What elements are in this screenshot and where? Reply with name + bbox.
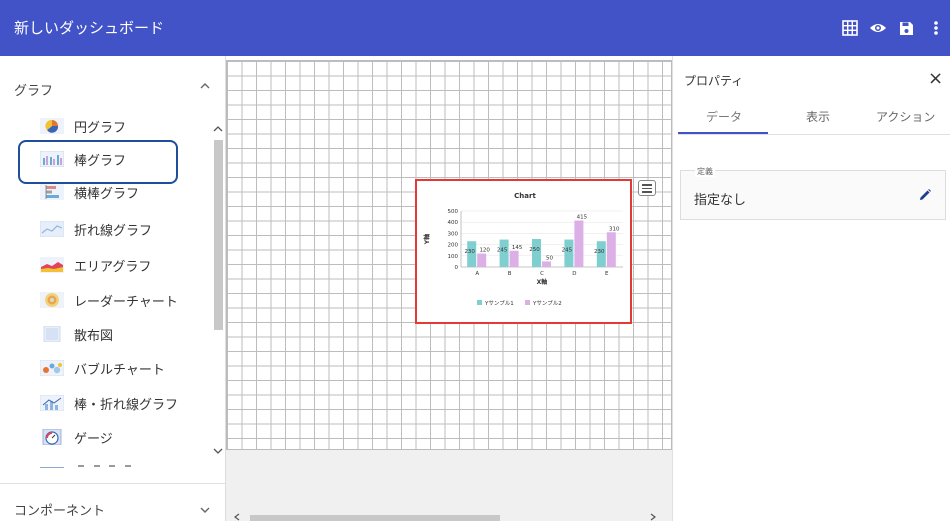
tab-action[interactable]: アクション — [876, 108, 935, 125]
chart-bar — [477, 253, 487, 267]
selection-highlight — [18, 140, 178, 184]
tab-display[interactable]: 表示 — [806, 108, 830, 125]
component-section-header[interactable]: コンポーネント — [0, 487, 226, 521]
bar-data-label: 245 — [497, 248, 508, 254]
canvas-scroll-area — [226, 450, 672, 521]
scroll-left-icon[interactable] — [234, 513, 240, 521]
chevron-down-icon[interactable] — [200, 503, 210, 517]
canvas-hscroll-thumb[interactable] — [250, 515, 500, 521]
chart-widget[interactable]: Chart 0 100 200 300 400 500 Y軸 A 230 120 B 245 145 C 25… — [415, 179, 632, 324]
legend-label: Yサンプル2 — [532, 300, 562, 307]
x-tick-label: D — [572, 271, 576, 277]
eye-icon[interactable] — [868, 18, 888, 38]
horizontal-bar-chart-icon — [40, 184, 64, 200]
more-vert-icon[interactable] — [926, 18, 946, 38]
dashboard-title[interactable]: 新しいダッシュボード — [14, 17, 164, 38]
bar-chart: Chart 0 100 200 300 400 500 Y軸 A 230 120 B 245 145 C 25… — [423, 192, 623, 307]
sidebar-item-label: 棒・折れ線グラフ — [74, 397, 179, 413]
pie-chart-icon — [40, 118, 64, 134]
line-chart-icon — [39, 220, 65, 238]
y-tick-label: 300 — [448, 231, 459, 237]
definition-label: 定義 — [695, 166, 715, 177]
chart-title: Chart — [514, 192, 536, 200]
sidebar-item-label: 円グラフ — [74, 120, 127, 136]
chevron-up-icon[interactable] — [200, 79, 210, 93]
sidebar-item-label: レーダーチャート — [74, 294, 178, 310]
edit-pencil-icon[interactable] — [918, 188, 932, 205]
graph-section-label: グラフ — [14, 84, 54, 99]
legend-label: Yサンプル1 — [484, 300, 514, 307]
properties-panel — [672, 56, 950, 521]
list-item-partial — [40, 462, 210, 468]
radar-chart-icon — [40, 292, 64, 308]
close-icon[interactable]: × — [928, 70, 943, 88]
y-axis-title: Y軸 — [423, 234, 431, 245]
sidebar-item-gauge[interactable]: ゲージ — [40, 421, 210, 453]
sidebar-item-area-chart[interactable]: エリアグラフ — [40, 249, 210, 281]
bar-line-chart-icon — [39, 394, 65, 412]
chart-bar — [542, 261, 551, 267]
y-tick-label: 0 — [455, 265, 459, 271]
app-header: 新しいダッシュボード — [0, 0, 950, 56]
gauge-icon — [40, 428, 64, 446]
graph-section-header[interactable]: グラフ — [0, 64, 226, 110]
bar-data-label: 310 — [609, 226, 620, 232]
y-tick-label: 500 — [448, 209, 459, 215]
sidebar-item-label: エリアグラフ — [74, 259, 152, 275]
sidebar-item-bubble-chart[interactable]: バブルチャート — [39, 352, 210, 384]
bar-data-label: 230 — [594, 249, 605, 255]
sidebar-item-label: 散布図 — [74, 328, 114, 344]
sidebar-item-line-chart[interactable]: 折れ線グラフ — [39, 213, 210, 245]
widget-menu-icon[interactable] — [638, 180, 656, 196]
component-section-label: コンポーネント — [14, 504, 106, 519]
section-divider — [0, 483, 226, 484]
x-axis-title: X軸 — [537, 278, 548, 286]
bar-data-label: 415 — [577, 215, 588, 221]
chart-bar — [509, 250, 519, 267]
active-tab-indicator — [678, 132, 768, 134]
sidebar-item-pie-chart[interactable]: 円グラフ — [40, 110, 210, 142]
sidebar-item-label: バブルチャート — [74, 362, 165, 378]
chart-bar — [532, 239, 541, 267]
sidebar-item-label: 折れ線グラフ — [74, 223, 153, 239]
x-tick-label: C — [540, 271, 544, 277]
tab-data[interactable]: データ — [706, 108, 742, 125]
y-tick-label: 400 — [448, 220, 459, 226]
chart-bar — [606, 232, 616, 267]
scroll-right-icon[interactable] — [650, 513, 656, 521]
bar-data-label: 245 — [562, 248, 573, 254]
sidebar-item-scatter-chart[interactable]: 散布図 — [40, 318, 210, 350]
bar-data-label: 250 — [529, 247, 540, 253]
x-tick-label: B — [508, 271, 512, 277]
tab-divider — [678, 134, 950, 135]
definition-value: 指定なし — [694, 193, 747, 208]
sidebar-item-label: 横棒グラフ — [74, 186, 140, 202]
sidebar-item-bar-line-chart[interactable]: 棒・折れ線グラフ — [39, 387, 210, 419]
bar-data-label: 145 — [512, 245, 523, 251]
y-tick-label: 100 — [448, 254, 459, 260]
bar-data-label: 50 — [546, 255, 553, 261]
sidebar-item-radar-chart[interactable]: レーダーチャート — [40, 284, 210, 316]
sidebar-item-label: ゲージ — [74, 431, 113, 447]
legend-swatch — [477, 300, 482, 305]
bar-data-label: 120 — [479, 248, 490, 254]
grid-icon[interactable] — [840, 18, 860, 38]
y-tick-label: 200 — [448, 243, 459, 249]
chart-bar — [574, 220, 584, 267]
save-icon[interactable] — [896, 18, 916, 38]
scatter-chart-icon — [40, 325, 64, 343]
list-scroll-thumb[interactable] — [214, 140, 223, 330]
bar-data-label: 230 — [464, 249, 475, 255]
legend-swatch — [525, 300, 530, 305]
x-tick-label: A — [475, 271, 479, 277]
properties-title: プロパティ — [684, 74, 744, 88]
x-tick-label: E — [605, 271, 609, 277]
bubble-chart-icon — [39, 359, 65, 377]
area-chart-icon — [40, 257, 64, 273]
